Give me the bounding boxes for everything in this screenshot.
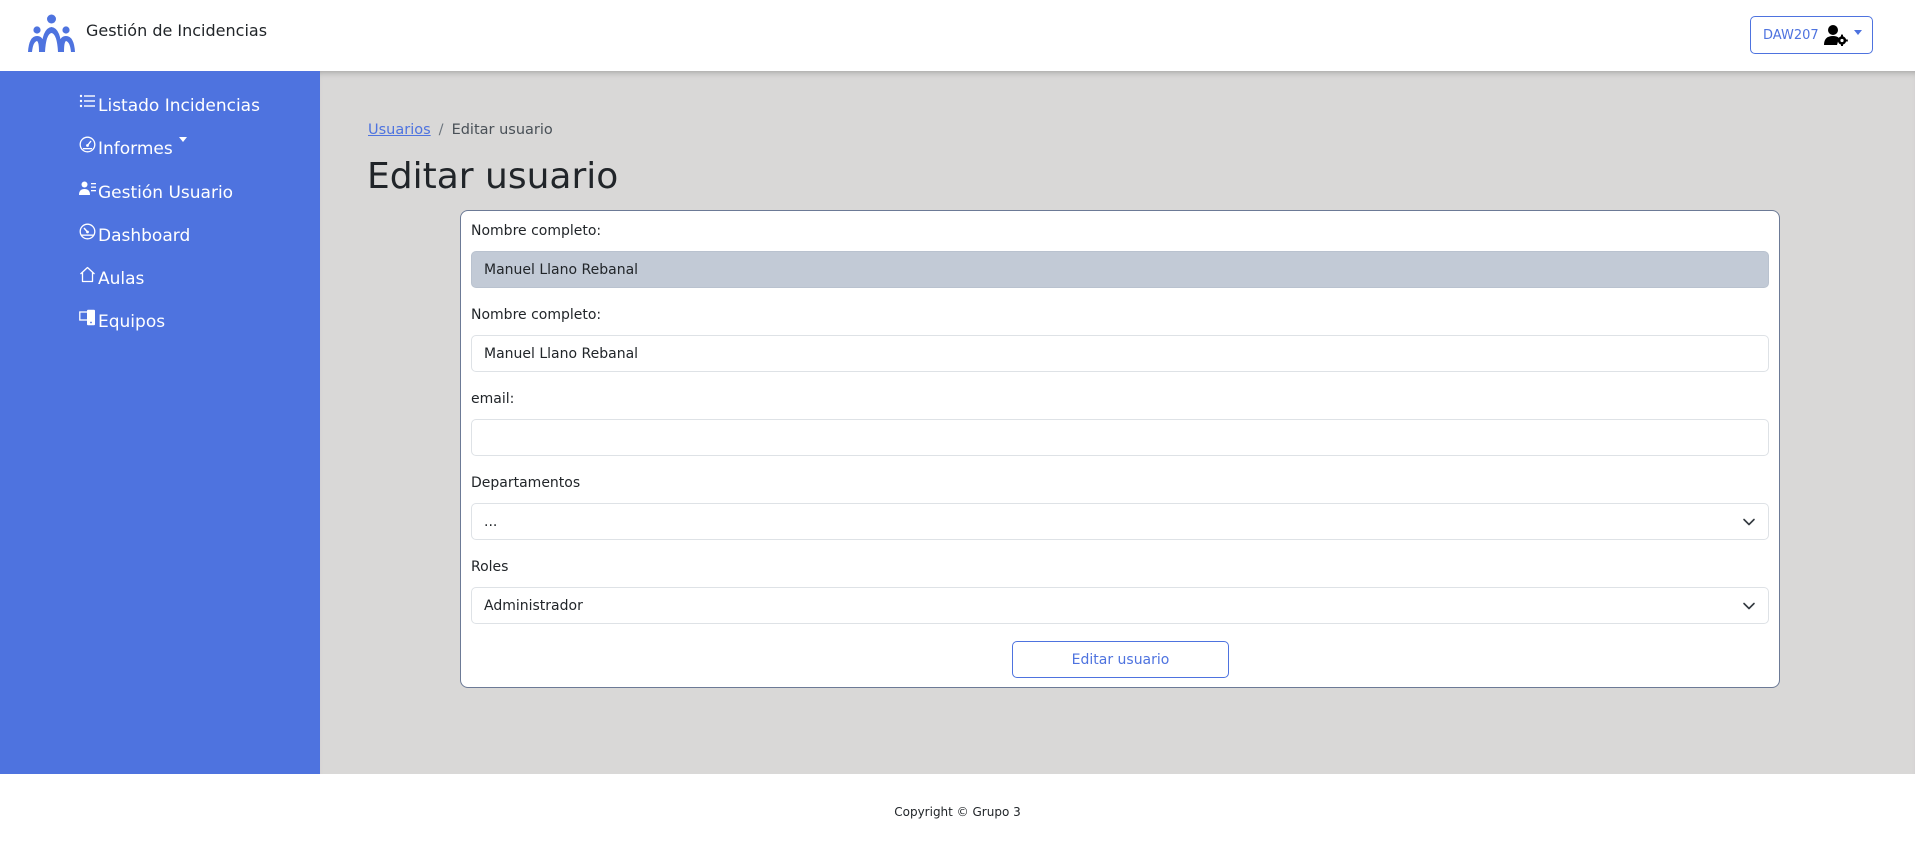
sidebar-item-gestion-usuario[interactable]: Gestión Usuario [79, 181, 234, 203]
page-title: Editar usuario [367, 156, 619, 197]
user-name: DAW207 [1763, 27, 1819, 43]
departamentos-label: Departamentos [471, 475, 581, 491]
edit-user-submit-button[interactable]: Editar usuario [1012, 641, 1229, 678]
edit-user-form: Nombre completo: Nombre completo: email:… [460, 210, 1780, 688]
full-name-label: Nombre completo: [471, 223, 602, 239]
sidebar-item-label: Dashboard [98, 226, 191, 246]
speedometer-icon [79, 223, 96, 240]
chevron-down-icon [1853, 29, 1862, 35]
breadcrumb-link-usuarios[interactable]: Usuarios [368, 122, 431, 138]
full-name-input[interactable] [471, 335, 1769, 372]
departamentos-selected-value: ... [484, 513, 498, 530]
brand[interactable]: Gestión de Incidencias [27, 14, 267, 54]
sidebar-item-label: Aulas [98, 269, 145, 289]
sidebar-item-label: Gestión Usuario [98, 183, 234, 203]
roles-selected-value: Administrador [484, 597, 583, 614]
email-label: email: [471, 391, 515, 407]
sidebar-item-informes[interactable]: Informes [79, 136, 187, 159]
devices-icon [79, 309, 95, 326]
copyright-text: Copyright © Grupo 3 [894, 805, 1021, 819]
sidebar-item-aulas[interactable]: Aulas [79, 266, 145, 289]
full-name-readonly-input [471, 251, 1769, 288]
sidebar-item-dashboard[interactable]: Dashboard [79, 223, 191, 246]
sidebar-item-label: Equipos [98, 312, 166, 332]
users-list-icon [79, 181, 96, 195]
top-navbar: Gestión de Incidencias DAW207 [0, 0, 1915, 71]
breadcrumb-separator: / [438, 122, 444, 138]
roles-select[interactable]: Administrador [471, 587, 1769, 624]
chevron-down-icon [1743, 518, 1755, 525]
sidebar-item-label: Listado Incidencias [98, 96, 260, 116]
house-icon [80, 266, 95, 283]
departamentos-select[interactable]: ... [471, 503, 1769, 540]
caret-down-icon [178, 137, 187, 142]
user-gear-icon [1823, 25, 1848, 46]
breadcrumb: Usuarios / Editar usuario [368, 122, 553, 138]
footer: Copyright © Grupo 3 [0, 774, 1915, 851]
brand-title: Gestión de Incidencias [86, 20, 268, 40]
breadcrumb-current: Editar usuario [451, 122, 553, 138]
list-icon [79, 94, 95, 108]
sidebar-item-label: Informes [98, 139, 173, 159]
user-menu-button[interactable]: DAW207 [1750, 16, 1873, 54]
email-input[interactable] [471, 419, 1769, 456]
sidebar-item-equipos[interactable]: Equipos [79, 309, 166, 332]
full-name-edit-label: Nombre completo: [471, 307, 602, 323]
gauge-icon [79, 136, 96, 153]
roles-label: Roles [471, 559, 509, 575]
people-group-logo [28, 14, 75, 52]
chevron-down-icon [1743, 602, 1755, 609]
sidebar: Listado Incidencias Informes Gestión Usu… [0, 71, 320, 774]
sidebar-item-listado-incidencias[interactable]: Listado Incidencias [79, 94, 260, 116]
